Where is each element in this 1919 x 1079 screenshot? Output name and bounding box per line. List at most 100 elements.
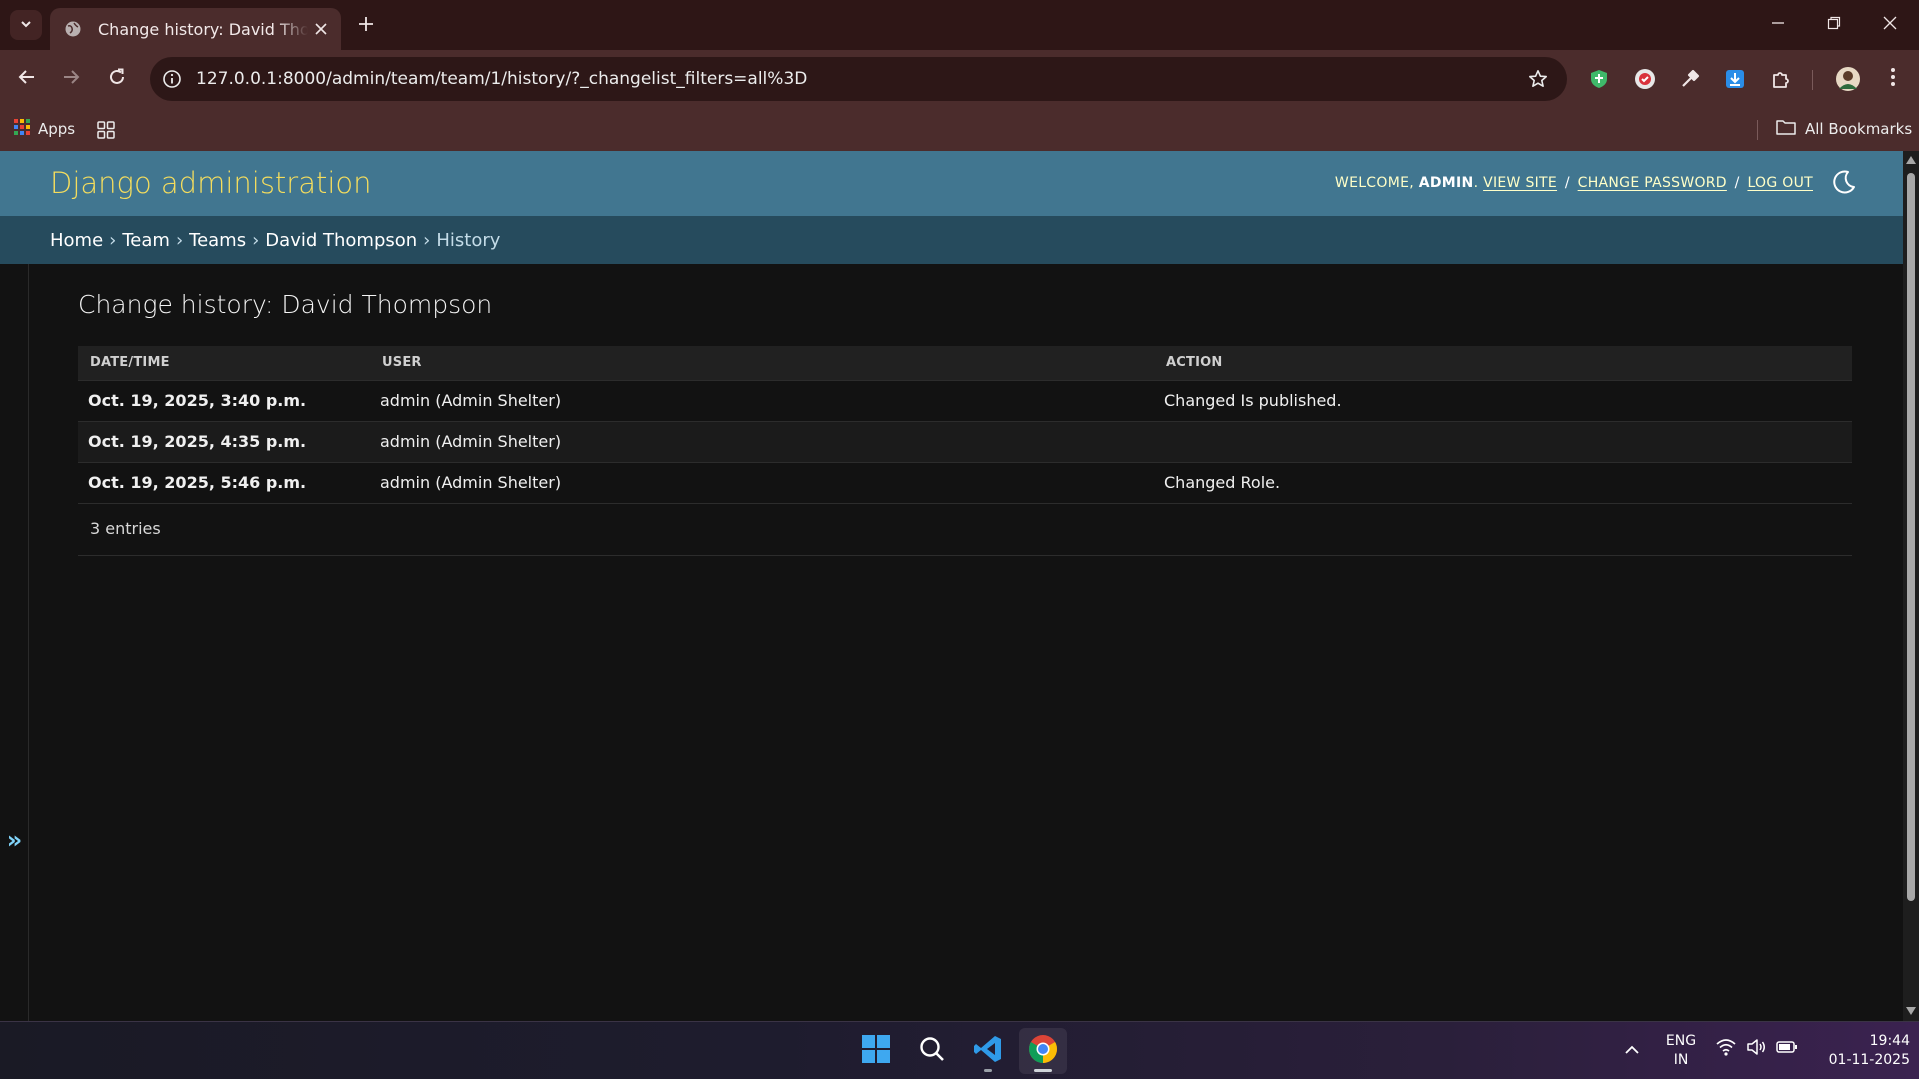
search-button[interactable]: [908, 1028, 956, 1074]
admin-header: Django administration WELCOME, ADMIN. VI…: [0, 151, 1903, 216]
theme-toggle-button[interactable]: [1829, 169, 1859, 199]
vpn-extension-icon[interactable]: [1631, 65, 1659, 93]
change-password-link[interactable]: CHANGE PASSWORD: [1578, 175, 1727, 191]
url-text[interactable]: 127.0.0.1:8000/admin/team/team/1/history…: [196, 57, 807, 101]
active-indicator: [1034, 1069, 1052, 1072]
row-action: Changed Is published.: [1154, 380, 1852, 422]
windows-logo-icon: [861, 1034, 891, 1068]
browser-tab-active[interactable]: Change history: David Thompson: [50, 8, 341, 50]
breadcrumb-separator: ›: [252, 229, 260, 251]
scroll-down-arrow-icon[interactable]: [1906, 1007, 1916, 1015]
breadcrumb: Home › Team › Teams › David Thompson › H…: [0, 216, 1903, 264]
all-bookmarks-button[interactable]: All Bookmarks: [1776, 116, 1912, 142]
apps-label: Apps: [38, 120, 76, 138]
chrome-icon: [1028, 1034, 1058, 1068]
table-header-row: DATE/TIME USER ACTION: [78, 346, 1852, 381]
view-site-link[interactable]: VIEW SITE: [1483, 175, 1557, 191]
minimize-button[interactable]: [1758, 8, 1798, 40]
puzzle-icon[interactable]: [1767, 65, 1795, 93]
language-code: ENG: [1665, 1033, 1697, 1049]
forward-button[interactable]: [56, 64, 86, 94]
volume-icon: [1746, 1038, 1766, 1060]
chevron-up-icon: [1624, 1042, 1640, 1062]
eyedropper-extension-icon[interactable]: [1676, 65, 1704, 93]
new-tab-button[interactable]: [352, 12, 380, 40]
link-separator: /: [1734, 175, 1740, 191]
scroll-up-arrow-icon[interactable]: [1906, 156, 1916, 164]
chrome-taskbar-button[interactable]: [1019, 1028, 1067, 1074]
site-branding[interactable]: Django administration: [50, 151, 372, 216]
system-tray[interactable]: [1716, 1038, 1798, 1060]
restore-button[interactable]: [1814, 8, 1854, 40]
page-scrollbar[interactable]: [1903, 151, 1919, 1021]
shield-extension-icon[interactable]: [1585, 65, 1613, 93]
sidebar-toggle-button[interactable]: »: [0, 826, 29, 854]
battery-icon: [1776, 1039, 1798, 1059]
bookmark-star-icon[interactable]: [1527, 68, 1549, 90]
input-language[interactable]: ENG IN: [1660, 1032, 1702, 1070]
close-window-button[interactable]: [1870, 8, 1910, 40]
reload-icon: [108, 68, 126, 90]
chevron-down-icon: [19, 16, 33, 35]
profile-avatar[interactable]: [1834, 65, 1862, 93]
page-viewport: Django administration WELCOME, ADMIN. VI…: [0, 151, 1903, 1021]
nav-sidebar-collapsed: »: [0, 264, 29, 1021]
username: ADMIN: [1418, 175, 1474, 191]
clock-date: 01-11-2025: [1828, 1052, 1910, 1068]
show-hidden-icons-button[interactable]: [1620, 1040, 1644, 1064]
log-out-link[interactable]: LOG OUT: [1747, 175, 1813, 191]
browser-tabstrip: Change history: David Thompson: [0, 0, 1919, 50]
column-header-user: USER: [370, 346, 1154, 381]
breadcrumb-separator: ›: [423, 229, 431, 251]
clock-time: 19:44: [1869, 1033, 1910, 1049]
row-user: admin (Admin Shelter): [370, 380, 1154, 422]
breadcrumb-separator: ›: [109, 229, 117, 251]
close-icon: [1883, 15, 1897, 34]
arrow-left-icon: [18, 68, 36, 90]
restore-icon: [1827, 15, 1841, 34]
breadcrumb-team-app[interactable]: Team: [122, 230, 170, 251]
start-button[interactable]: [852, 1028, 900, 1074]
clock[interactable]: 19:44 01-11-2025: [1810, 1032, 1910, 1070]
close-tab-icon[interactable]: [311, 19, 331, 39]
table-row: Oct. 19, 2025, 5:46 p.m. admin (Admin Sh…: [78, 462, 1852, 504]
change-history-table: DATE/TIME USER ACTION Oct. 19, 2025, 3:4…: [78, 346, 1852, 504]
bookmarks-divider: [1757, 120, 1758, 140]
table-row: Oct. 19, 2025, 3:40 p.m. admin (Admin Sh…: [78, 380, 1852, 422]
globe-icon: [64, 20, 82, 38]
scrollbar-thumb[interactable]: [1907, 173, 1915, 901]
region-code: IN: [1673, 1052, 1689, 1068]
tab-groups-icon[interactable]: [94, 118, 118, 142]
bookmarks-bar: Apps All Bookmarks: [0, 108, 1919, 151]
breadcrumb-object[interactable]: David Thompson: [265, 230, 417, 251]
entries-count: 3 entries: [78, 504, 1852, 556]
folder-icon: [1776, 119, 1796, 139]
breadcrumb-home[interactable]: Home: [50, 230, 103, 251]
wifi-icon: [1716, 1038, 1736, 1060]
all-bookmarks-label: All Bookmarks: [1805, 120, 1913, 138]
reload-button[interactable]: [102, 64, 132, 94]
browser-toolbar: 127.0.0.1:8000/admin/team/team/1/history…: [0, 50, 1919, 108]
user-tools: WELCOME, ADMIN. VIEW SITE / CHANGE PASSW…: [1334, 175, 1813, 191]
breadcrumb-separator: ›: [175, 229, 184, 251]
back-button[interactable]: [12, 64, 42, 94]
link-separator: /: [1564, 175, 1570, 191]
page-title: Change history: David Thompson: [78, 290, 493, 319]
breadcrumb-teams[interactable]: Teams: [189, 230, 246, 251]
row-user: admin (Admin Shelter): [370, 421, 1154, 463]
chrome-menu-button[interactable]: [1879, 65, 1907, 93]
vscode-icon: [973, 1034, 1003, 1068]
address-bar[interactable]: 127.0.0.1:8000/admin/team/team/1/history…: [150, 57, 1567, 101]
download-extension-icon[interactable]: [1721, 65, 1749, 93]
kebab-menu-icon: [1890, 67, 1896, 91]
row-action: Changed Role.: [1154, 462, 1852, 504]
vscode-taskbar-button[interactable]: [964, 1028, 1012, 1074]
apps-bookmark[interactable]: Apps: [14, 116, 75, 142]
running-indicator: [984, 1069, 992, 1072]
screen: Change history: David Thompson: [0, 0, 1919, 1079]
column-header-datetime: DATE/TIME: [78, 346, 370, 381]
arrow-right-icon: [62, 68, 80, 90]
row-user: admin (Admin Shelter): [370, 462, 1154, 504]
tab-search-button[interactable]: [10, 10, 42, 40]
site-info-icon[interactable]: [160, 67, 184, 91]
